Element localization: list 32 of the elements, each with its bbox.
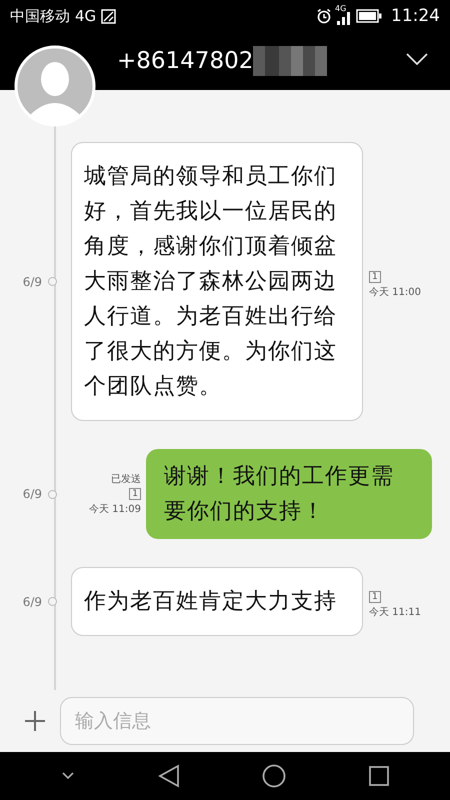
phone-number: +86147802 <box>117 48 254 74</box>
message-bubble: 谢谢！我们的工作更需要你们的支持！ <box>146 449 432 539</box>
message-bubble: 作为老百姓肯定大力支持 <box>71 567 363 636</box>
clock-time: 11:24 <box>391 6 440 26</box>
recent-apps-icon[interactable] <box>368 766 389 786</box>
message-bubble: 城管局的领导和员工你们好，首先我以一位居民的角度，感谢你们顶着倾盆大雨整治了森林公园两边人行道。为老百姓出行给了很大的方便。为你们这个团队点赞。 <box>71 142 363 421</box>
avatar[interactable] <box>14 45 96 127</box>
message-time: 今天 11:09 <box>89 503 141 516</box>
message-date: 6/9 <box>22 274 42 288</box>
timeline-dot <box>48 597 57 606</box>
sim-badge: 1 <box>129 488 141 500</box>
message-input-field[interactable]: 输入信息 <box>60 697 414 745</box>
message-date: 6/9 <box>22 487 42 501</box>
image-icon <box>101 8 116 24</box>
battery-icon <box>356 9 382 23</box>
back-icon[interactable] <box>158 764 180 788</box>
signal-type: 4G <box>335 4 346 12</box>
chevron-down-icon[interactable] <box>61 772 76 780</box>
add-icon[interactable] <box>24 710 46 732</box>
sent-status: 已发送 <box>111 473 141 486</box>
home-icon[interactable] <box>262 764 286 788</box>
timeline-dot <box>48 277 57 286</box>
network-type: 4G <box>75 7 96 25</box>
sim-badge: 1 <box>369 270 381 282</box>
carrier-name: 中国移动 <box>10 6 70 26</box>
message-time: 今天 11:11 <box>369 606 421 618</box>
alarm-icon <box>316 8 332 24</box>
timeline-dot <box>48 490 57 498</box>
signal-icon <box>337 12 351 24</box>
sim-badge: 1 <box>369 590 381 602</box>
message-date: 6/9 <box>22 594 42 608</box>
message-time: 今天 11:00 <box>369 286 421 298</box>
